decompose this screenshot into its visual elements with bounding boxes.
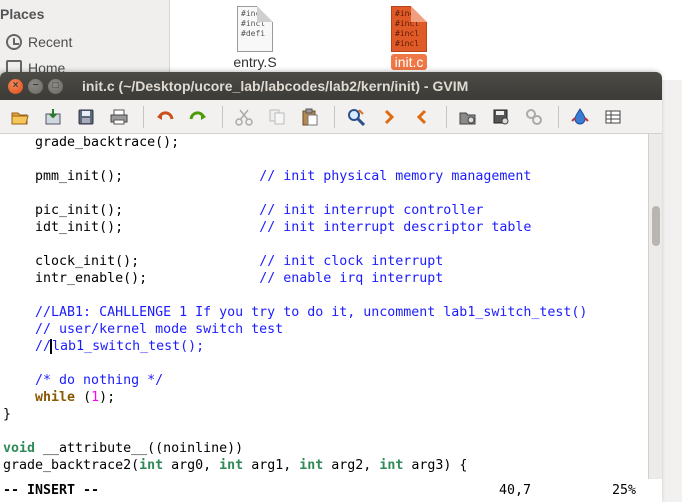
toolbar-separator <box>143 105 144 128</box>
code-line: //LAB1: CAHLLENGE 1 If you try to do it,… <box>3 305 588 320</box>
paste-icon[interactable] <box>298 105 322 129</box>
toolbar-separator <box>558 105 559 128</box>
redo-icon[interactable] <box>186 105 210 129</box>
cut-icon[interactable] <box>232 105 256 129</box>
file-entry-s[interactable]: #incl #incl #defi entry.S <box>220 6 290 70</box>
scroll-percent: 25% <box>612 483 637 498</box>
run-script-icon[interactable] <box>522 105 546 129</box>
print-icon[interactable] <box>107 105 131 129</box>
close-button[interactable]: × <box>8 78 23 94</box>
text-file-icon: #incl #incl #defi <box>237 6 273 52</box>
find-next-icon[interactable] <box>377 105 401 129</box>
toolbar <box>0 100 662 134</box>
maximize-button[interactable]: □ <box>48 78 63 94</box>
gvim-window: × − □ init.c (~/Desktop/ucore_lab/labcod… <box>0 72 662 502</box>
code-line: pic_init(); // init interrupt controller <box>3 203 484 218</box>
file-manager-view: #incl #incl #defi entry.S #incl #incl #i… <box>170 0 682 80</box>
title-bar[interactable]: × − □ init.c (~/Desktop/ucore_lab/labcod… <box>0 72 662 100</box>
save-file-icon[interactable] <box>41 105 65 129</box>
save-session-icon[interactable] <box>489 105 513 129</box>
code-line: // user/kernel mode switch test <box>3 322 284 337</box>
find-replace-icon[interactable] <box>344 105 368 129</box>
code-line: while (1); <box>35 390 116 405</box>
file-name: entry.S <box>233 54 277 70</box>
cursor-position: 40,7 <box>499 483 532 498</box>
code-line: //lab1_switch_test(); <box>35 339 205 354</box>
copy-icon[interactable] <box>265 105 289 129</box>
code-line: pmm_init(); // init physical memory mana… <box>3 169 532 184</box>
vertical-scrollbar[interactable] <box>648 134 662 479</box>
code-line: grade_backtrace2(int arg0, int arg1, int… <box>3 458 468 473</box>
scrollbar-thumb[interactable] <box>652 206 660 246</box>
code-line: grade_backtrace(); <box>3 135 180 150</box>
file-name: init.c <box>390 54 428 70</box>
places-heading: Places <box>0 6 45 22</box>
sidebar-item-recent[interactable]: Recent <box>6 32 72 52</box>
open-icon[interactable] <box>8 105 32 129</box>
make-icon[interactable] <box>568 105 592 129</box>
file-manager-sidebar: Places Recent Home <box>0 0 170 80</box>
code-line: intr_enable(); // enable irq interrupt <box>3 271 444 286</box>
save-all-icon[interactable] <box>74 105 98 129</box>
text-editor[interactable]: grade_backtrace(); pmm_init(); // init p… <box>0 134 648 479</box>
undo-icon[interactable] <box>153 105 177 129</box>
code-line: /* do nothing */ <box>3 373 164 388</box>
find-prev-icon[interactable] <box>410 105 434 129</box>
toolbar-separator <box>334 105 335 128</box>
status-line: -- INSERT -- 40,7 25% <box>0 479 662 502</box>
code-line: } <box>3 407 12 422</box>
c-file-icon: #incl #incl #incl #incl <box>391 6 427 52</box>
sidebar-item-label: Recent <box>28 34 73 50</box>
toolbar-separator <box>222 105 223 128</box>
code-line: clock_init(); // init clock interrupt <box>3 254 444 269</box>
clock-icon <box>6 34 22 50</box>
toolbar-separator <box>446 105 447 128</box>
tags-icon[interactable] <box>601 105 625 129</box>
mode-indicator: -- INSERT -- <box>3 483 100 498</box>
load-session-icon[interactable] <box>456 105 480 129</box>
code-line: idt_init(); // init interrupt descriptor… <box>3 220 532 235</box>
window-title: init.c (~/Desktop/ucore_lab/labcodes/lab… <box>82 78 469 94</box>
file-init-c[interactable]: #incl #incl #incl #incl init.c <box>374 6 444 70</box>
code-line: void __attribute__((noinline)) <box>3 441 244 456</box>
minimize-button[interactable]: − <box>28 78 43 94</box>
